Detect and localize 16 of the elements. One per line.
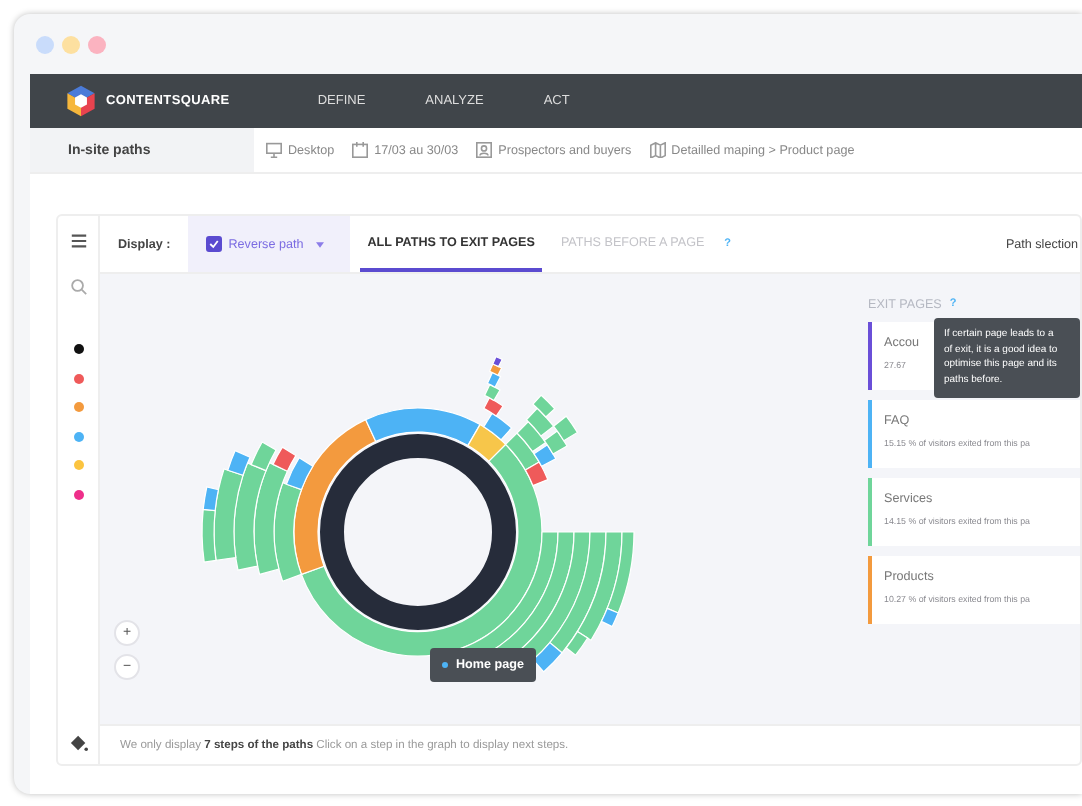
color-dot[interactable] — [73, 431, 83, 441]
color-dot[interactable] — [73, 344, 83, 354]
color-dot[interactable] — [73, 402, 83, 412]
color-dot[interactable] — [73, 373, 83, 383]
search-icon[interactable] — [69, 278, 87, 296]
calendar-icon — [352, 142, 369, 158]
paint-bucket-icon[interactable] — [69, 734, 87, 752]
hexagon-logo-icon — [64, 84, 98, 118]
person-icon — [476, 142, 493, 158]
color-dot[interactable] — [73, 460, 83, 470]
caret-icon — [315, 241, 324, 247]
color-dot[interactable] — [73, 489, 83, 499]
menu-icon[interactable] — [69, 232, 87, 250]
checkbox[interactable] — [206, 236, 223, 252]
map-icon — [649, 142, 666, 158]
monitor-icon — [266, 142, 282, 158]
